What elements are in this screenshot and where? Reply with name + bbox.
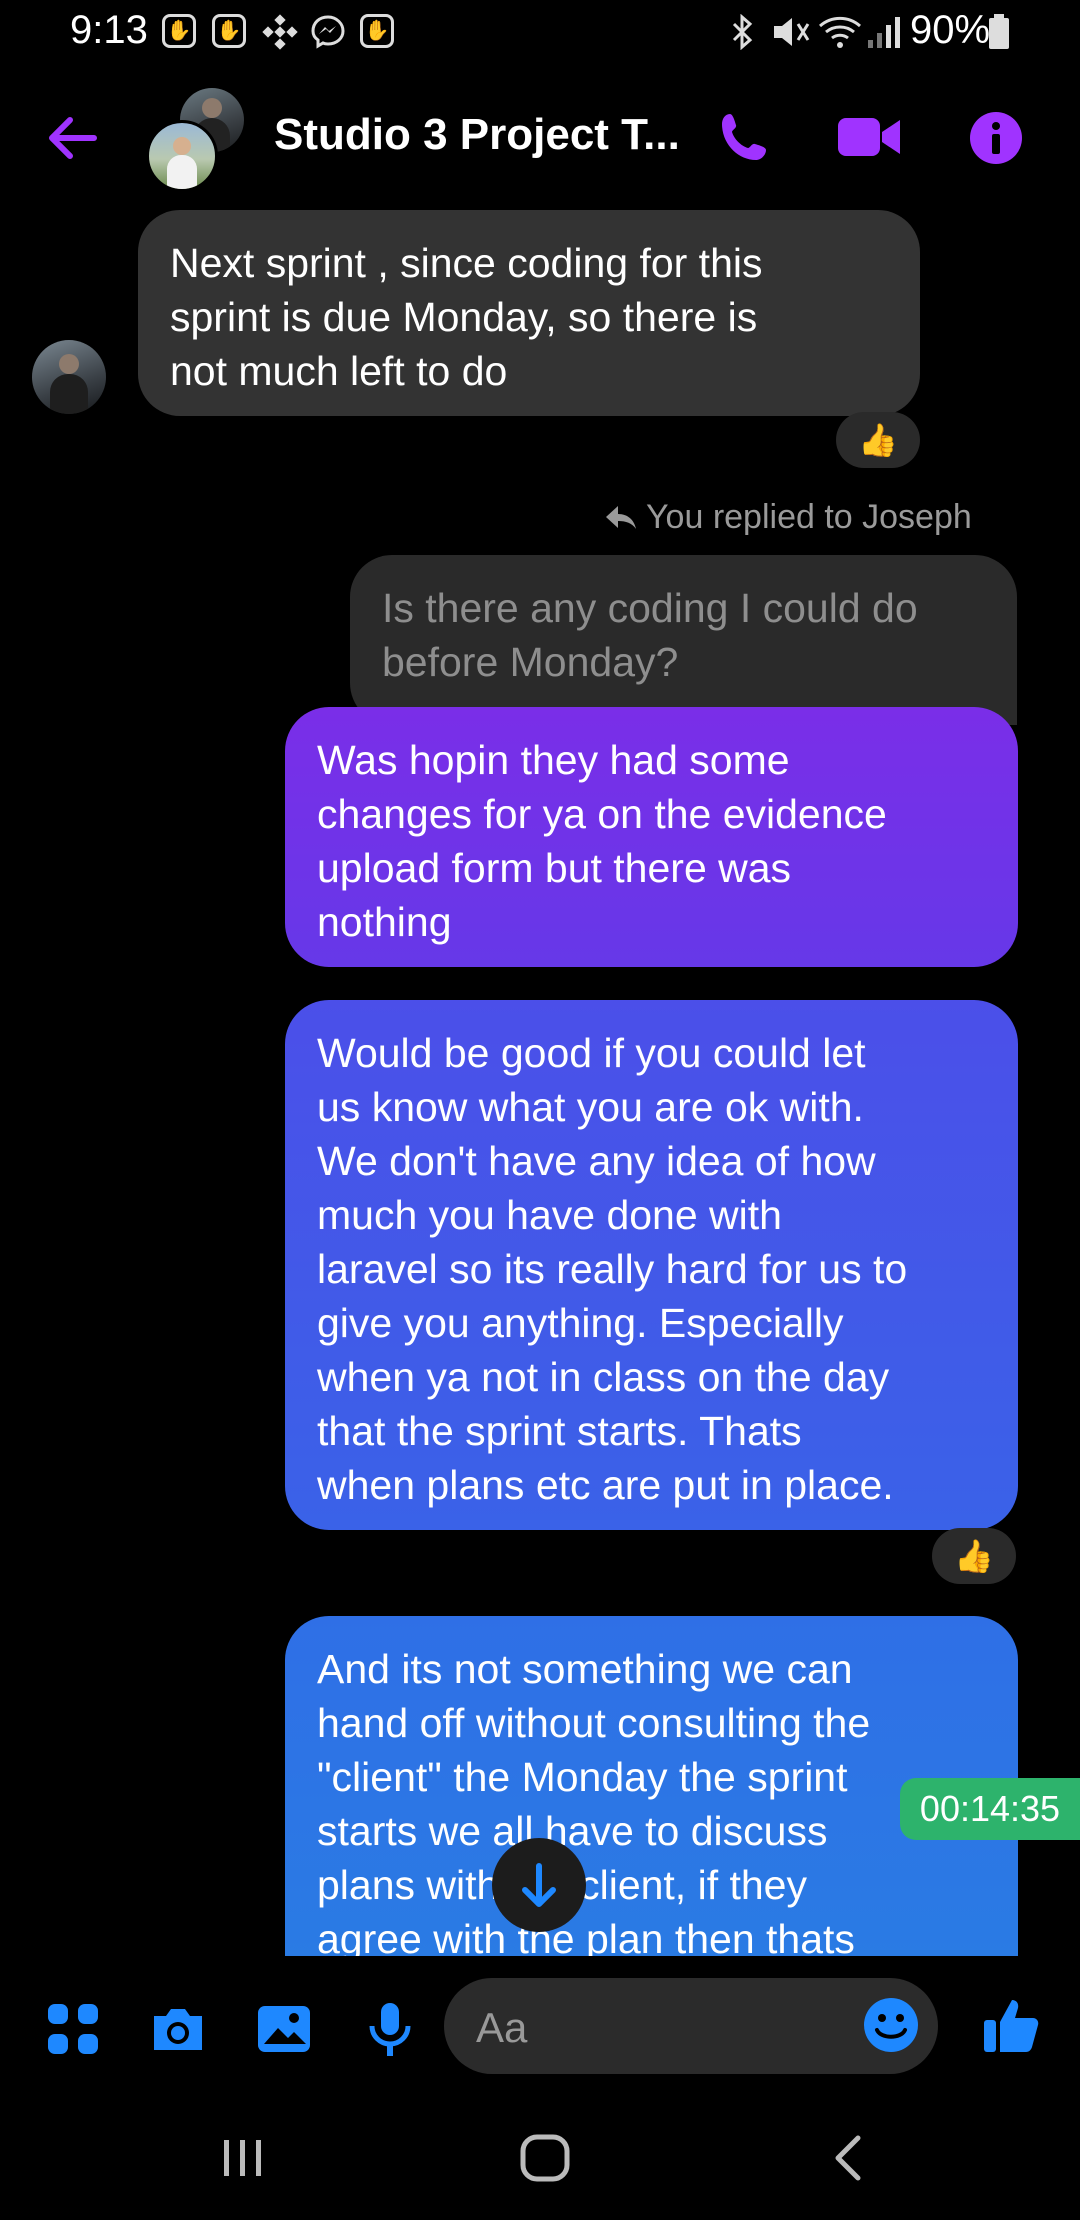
wifi-icon xyxy=(819,16,861,48)
mute-icon xyxy=(774,18,810,46)
outgoing-message-bubble[interactable]: Would be good if you could let us know w… xyxy=(285,1000,1018,1530)
message-input-placeholder: Aa xyxy=(476,2004,528,2051)
status-time: 9:13 xyxy=(70,8,148,52)
status-bar: 9:13 ✋ ✋ ✋ 90% xyxy=(0,0,1080,64)
conversation-title[interactable]: Studio 3 Project T... xyxy=(274,110,680,160)
hand-icon: ✋ xyxy=(360,14,394,48)
messenger-icon xyxy=(311,15,345,49)
battery-percentage: 90% xyxy=(910,8,991,52)
voice-call-icon[interactable] xyxy=(716,110,772,166)
screen-recording-timer[interactable]: 00:14:35 xyxy=(900,1778,1080,1840)
battery-icon xyxy=(989,14,1009,49)
info-icon[interactable] xyxy=(968,110,1024,166)
bluetooth-icon xyxy=(732,14,753,50)
camera-icon[interactable] xyxy=(148,2000,208,2060)
binance-icon xyxy=(262,14,298,50)
back-arrow-icon[interactable] xyxy=(44,110,100,166)
hand-icon: ✋ xyxy=(212,14,246,48)
group-avatar-front[interactable] xyxy=(146,120,218,192)
home-icon[interactable] xyxy=(518,2130,574,2186)
thumbs-up-reaction[interactable]: 👍 xyxy=(836,412,920,468)
more-actions-icon[interactable] xyxy=(44,2000,104,2060)
back-nav-icon[interactable] xyxy=(826,2130,872,2186)
reply-arrow-icon xyxy=(604,500,638,539)
arrow-down-icon xyxy=(522,1863,556,1907)
scroll-to-bottom-button[interactable] xyxy=(492,1838,586,1932)
incoming-message-bubble[interactable]: Next sprint , since coding for this spri… xyxy=(138,210,920,416)
signal-icon xyxy=(868,17,900,48)
thumbs-up-reaction[interactable]: 👍 xyxy=(932,1528,1016,1584)
microphone-icon[interactable] xyxy=(360,2000,420,2060)
recent-apps-icon[interactable] xyxy=(220,2130,266,2186)
quoted-message-bubble[interactable]: Is there any coding I could do before Mo… xyxy=(350,555,1017,725)
emoji-icon[interactable] xyxy=(862,1996,920,2054)
reply-context-label: You replied to Joseph xyxy=(646,498,972,536)
thumbs-up-send-icon[interactable] xyxy=(980,1992,1044,2056)
sender-avatar[interactable] xyxy=(32,340,106,414)
hand-icon: ✋ xyxy=(162,14,196,48)
video-call-icon[interactable] xyxy=(836,112,902,162)
gallery-icon[interactable] xyxy=(254,2000,314,2060)
outgoing-message-bubble[interactable]: Was hopin they had some changes for ya o… xyxy=(285,707,1018,967)
